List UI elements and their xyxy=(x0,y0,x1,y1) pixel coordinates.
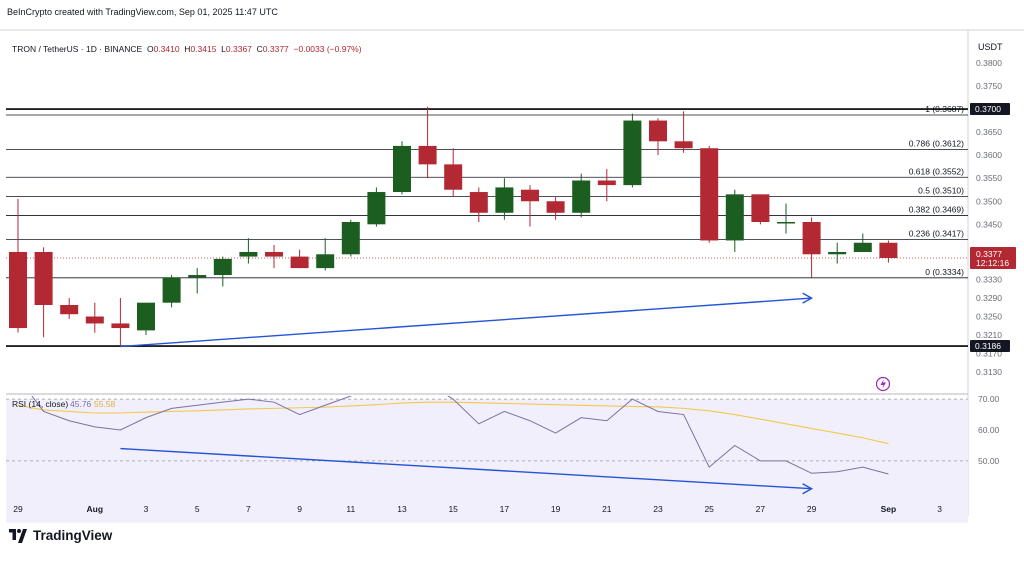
low-value: 0.3367 xyxy=(225,44,252,54)
candle-body xyxy=(111,323,130,329)
time-axis-label: 21 xyxy=(602,504,612,514)
tradingview-logo-icon xyxy=(9,528,27,543)
candle-body xyxy=(495,187,514,213)
price-tick-label: 0.3600 xyxy=(976,150,1002,160)
rsi-tick-label: 60.00 xyxy=(978,425,1000,435)
time-axis-label: 17 xyxy=(500,504,510,514)
candle-body xyxy=(316,254,335,269)
time-axis-label: Sep xyxy=(881,504,897,514)
time-axis-label: 27 xyxy=(756,504,766,514)
candle-body xyxy=(674,141,693,149)
time-axis-label: 7 xyxy=(246,504,251,514)
candle-body xyxy=(393,145,411,193)
chart-credit: BeInCrypto created with TradingView.com,… xyxy=(7,7,278,17)
candle-body xyxy=(649,120,667,142)
candle-body xyxy=(9,251,27,329)
fib-level-label: 0.382 (0.3469) xyxy=(909,205,964,215)
fib-level-label: 0.786 (0.3612) xyxy=(909,139,964,149)
candle-body xyxy=(444,164,463,190)
rsi-ma-value: 55.58 xyxy=(94,399,116,409)
time-axis-label: 25 xyxy=(704,504,714,514)
time-axis-label: 29 xyxy=(13,504,23,514)
candle-body xyxy=(700,148,719,241)
time-axis-label: 15 xyxy=(448,504,458,514)
open-value: 0.3410 xyxy=(153,44,180,54)
time-axis-label: 29 xyxy=(807,504,817,514)
time-axis-label: 13 xyxy=(397,504,407,514)
candle-body xyxy=(521,189,539,202)
fib-level-label: 0.618 (0.3552) xyxy=(909,166,964,176)
candle-body xyxy=(802,222,821,255)
change-value: −0.0033 (−0.97%) xyxy=(293,44,362,54)
price-trendline xyxy=(120,297,812,348)
price-chart[interactable]: USDT 0.3800 0.3750 0.3650 0.3600 0.3550 0.3500… xyxy=(0,0,1024,576)
fib-level-label: 0.236 (0.3417) xyxy=(909,229,964,239)
high-value: 0.3415 xyxy=(190,44,217,54)
open-label: O xyxy=(146,44,154,54)
candle-body xyxy=(162,277,181,303)
candle-body xyxy=(290,256,309,269)
candle-body xyxy=(137,302,155,331)
candle-body xyxy=(572,180,591,213)
candle-body xyxy=(777,222,795,224)
price-tick-label: 0.3800 xyxy=(976,58,1002,68)
tradingview-brand[interactable]: TradingView xyxy=(8,528,112,543)
time-axis-label: 5 xyxy=(195,504,200,514)
candle-body xyxy=(85,316,104,324)
symbol-legend: TRON / TetherUS · 1D · BINANCE O0.3410 H… xyxy=(12,44,362,54)
price-tick-label: 0.3750 xyxy=(976,81,1002,91)
time-axis-label: 11 xyxy=(346,504,355,514)
candle-body xyxy=(751,194,770,222)
candle-body xyxy=(879,242,898,258)
rsi-value: 45.76 xyxy=(70,399,92,409)
fib-level-label: 0.5 (0.3510) xyxy=(918,186,964,196)
candle-body xyxy=(239,251,258,257)
symbol-title: TRON / TetherUS · 1D · BINANCE xyxy=(12,44,143,54)
close-value: 0.3377 xyxy=(262,44,289,54)
price-tick-label: 0.3290 xyxy=(976,293,1002,303)
fib-level-label: 0 (0.3334) xyxy=(925,267,964,277)
candle-body xyxy=(213,258,232,276)
candle-body xyxy=(725,194,744,241)
candle-body xyxy=(34,251,53,305)
price-level-badge-label: 0.3700 xyxy=(975,104,1001,114)
candle-body xyxy=(188,275,207,278)
price-countdown: 12:12:16 xyxy=(976,258,1009,268)
candle-body xyxy=(623,120,642,186)
price-tick-label: 0.3650 xyxy=(976,127,1002,137)
price-level-badge-label: 0.3186 xyxy=(975,341,1001,351)
time-axis-label: 19 xyxy=(551,504,561,514)
candle-body xyxy=(469,192,488,213)
time-axis-label: 9 xyxy=(297,504,302,514)
candle-body xyxy=(265,251,283,257)
candle-body xyxy=(60,305,79,315)
price-tick-label: 0.3450 xyxy=(976,219,1002,229)
time-axis-label: 3 xyxy=(144,504,149,514)
rsi-tick-label: 70.00 xyxy=(978,394,1000,404)
candle-body xyxy=(853,242,872,252)
candle-body xyxy=(341,222,360,255)
currency-label: USDT xyxy=(978,42,1003,52)
price-tick-label: 0.3550 xyxy=(976,173,1002,183)
candle-body xyxy=(828,251,847,255)
candle-body xyxy=(418,145,437,165)
rsi-tick-label: 50.00 xyxy=(978,456,1000,466)
candle-body xyxy=(597,180,616,186)
time-axis-label: 23 xyxy=(653,504,663,514)
time-axis-label: 3 xyxy=(937,504,942,514)
price-tick-label: 0.3330 xyxy=(976,275,1002,285)
time-axis-label: Aug xyxy=(87,504,104,514)
price-tick-label: 0.3250 xyxy=(976,312,1002,322)
price-tick-label: 0.3210 xyxy=(976,330,1002,340)
candle-body xyxy=(367,192,386,225)
flash-icon-bolt xyxy=(880,379,886,389)
rsi-legend: RSI (14, close) xyxy=(12,399,68,409)
brand-name: TradingView xyxy=(33,528,113,543)
price-tick-label: 0.3500 xyxy=(976,196,1002,206)
candle-body xyxy=(546,201,565,213)
price-tick-label: 0.3130 xyxy=(976,367,1002,377)
